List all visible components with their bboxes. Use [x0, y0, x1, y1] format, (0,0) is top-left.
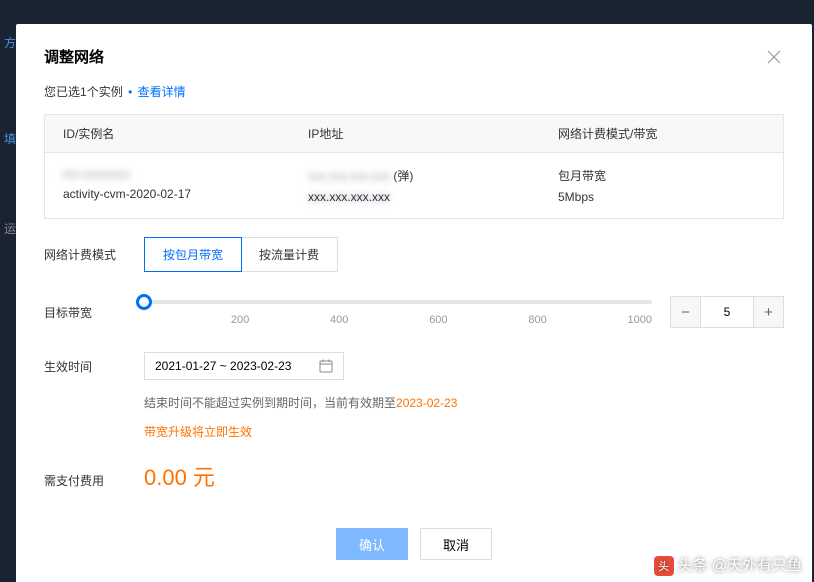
modal-title: 调整网络	[44, 46, 104, 67]
confirm-button[interactable]: 确认	[336, 528, 408, 560]
bullet: •	[128, 85, 132, 99]
modal-header: 调整网络	[16, 24, 812, 83]
instance-name: activity-cvm-2020-02-17	[63, 187, 308, 201]
billing-mode-value: 包月带宽	[558, 167, 765, 184]
selection-prefix: 您已选	[44, 85, 80, 99]
close-icon[interactable]	[764, 47, 784, 67]
table-row: ins-xxxxxxxx activity-cvm-2020-02-17 xxx…	[45, 153, 783, 218]
instance-table: ID/实例名 IP地址 网络计费模式/带宽 ins-xxxxxxxx activ…	[44, 114, 784, 219]
billing-monthly-option[interactable]: 按包月带宽	[144, 237, 242, 272]
modal-body: 您已选1个实例 • 查看详情 ID/实例名 IP地址 网络计费模式/带宽 ins…	[16, 83, 812, 510]
date-range-field[interactable]	[155, 359, 310, 373]
slider-ticks: 0 200 400 600 800 1000	[144, 314, 652, 326]
cost-value: 0.00 元	[144, 460, 215, 492]
billing-mode-segmented: 按包月带宽 按流量计费	[144, 237, 338, 272]
table-header: ID/实例名 IP地址 网络计费模式/带宽	[45, 115, 783, 153]
bandwidth-input[interactable]	[701, 297, 753, 327]
selection-suffix: 个实例	[87, 85, 123, 99]
modal-footer: 确认 取消	[16, 510, 812, 582]
calendar-icon	[319, 359, 333, 373]
stepper-plus-button[interactable]: +	[753, 297, 783, 327]
selection-count: 1	[80, 85, 87, 99]
effective-date-row: 生效时间	[44, 352, 784, 380]
expiry-hint: 结束时间不能超过实例到期时间，当前有效期至2023-02-23	[144, 394, 784, 411]
backdrop-text: 填	[4, 130, 16, 147]
expiry-date: 2023-02-23	[396, 396, 457, 410]
col-mode-header: 网络计费模式/带宽	[558, 125, 765, 142]
upgrade-immediate-hint: 带宽升级将立即生效	[144, 423, 784, 440]
cost-label: 需支付费用	[44, 472, 144, 489]
date-range-input[interactable]	[144, 352, 344, 380]
billing-mode-row: 网络计费模式 按包月带宽 按流量计费	[44, 237, 784, 272]
bandwidth-stepper: − +	[670, 296, 784, 328]
selection-summary: 您已选1个实例 • 查看详情	[44, 83, 784, 100]
ip-public-blurred: xxx.xxx.xxx.xxx	[308, 169, 390, 183]
effective-date-label: 生效时间	[44, 358, 144, 375]
adjust-network-modal: 调整网络 您已选1个实例 • 查看详情 ID/实例名 IP地址 网络计费模式/带…	[16, 24, 812, 582]
stepper-minus-button[interactable]: −	[671, 297, 701, 327]
cost-row: 需支付费用 0.00 元	[44, 460, 784, 492]
ip-elastic-suffix: (弹)	[393, 169, 413, 183]
col-id-header: ID/实例名	[63, 125, 308, 142]
ip-private-blurred: xxx.xxx.xxx.xxx	[308, 190, 558, 204]
bandwidth-slider[interactable]: 0 200 400 600 800 1000	[144, 300, 652, 324]
billing-traffic-option[interactable]: 按流量计费	[241, 238, 337, 271]
instance-id-blurred: ins-xxxxxxxx	[63, 167, 308, 181]
backdrop-text: 方	[4, 34, 16, 51]
hints-block: 结束时间不能超过实例到期时间，当前有效期至2023-02-23 带宽升级将立即生…	[144, 394, 784, 440]
slider-thumb[interactable]	[136, 294, 152, 310]
billing-mode-label: 网络计费模式	[44, 246, 144, 263]
target-bandwidth-label: 目标带宽	[44, 304, 144, 321]
col-ip-header: IP地址	[308, 125, 558, 142]
view-details-link[interactable]: 查看详情	[138, 85, 186, 99]
cancel-button[interactable]: 取消	[420, 528, 492, 560]
target-bandwidth-row: 目标带宽 0 200 400 600 800 1000	[44, 296, 784, 328]
backdrop-text: 运	[4, 220, 16, 237]
bandwidth-value: 5Mbps	[558, 190, 765, 204]
